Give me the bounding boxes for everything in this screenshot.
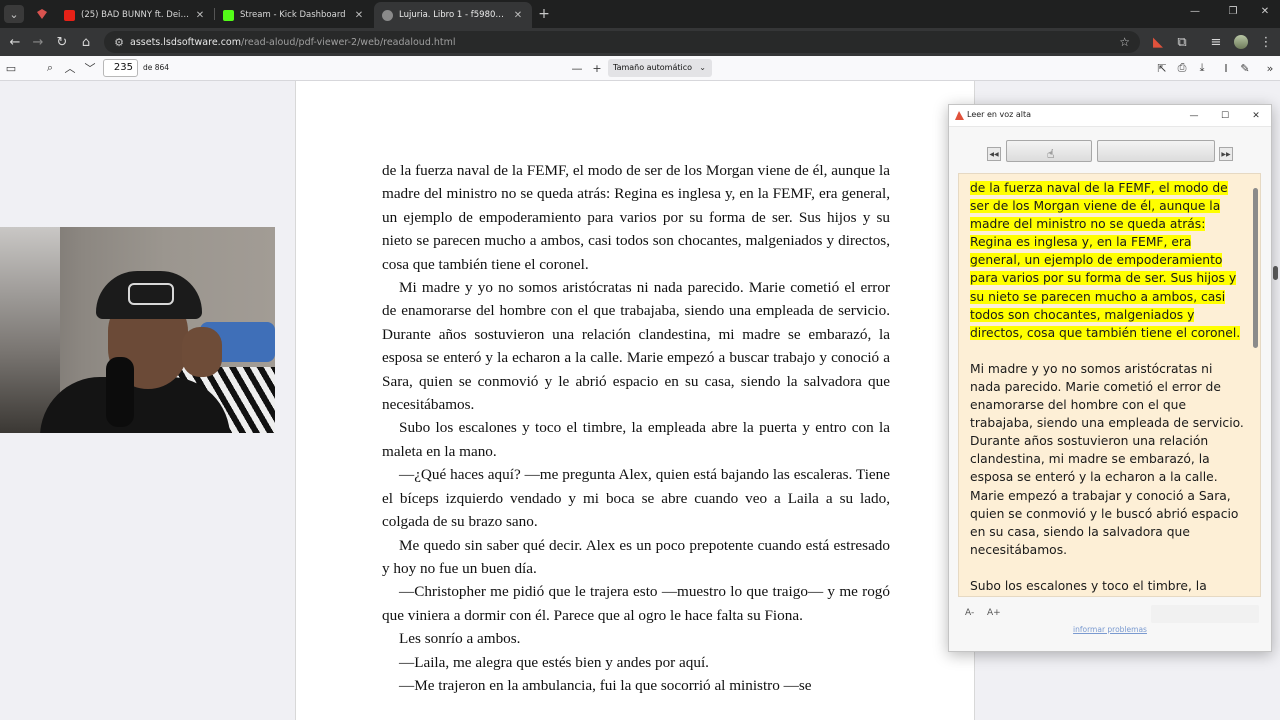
- minimize-icon[interactable]: —: [1179, 108, 1209, 124]
- pdf-toolbar: ▭ ⌕ ︿ ﹀ 235 de 864 — + Tamaño automático…: [0, 56, 1280, 81]
- read-aloud-logo-icon: [955, 111, 964, 120]
- close-icon[interactable]: ✕: [1241, 108, 1271, 124]
- home-icon[interactable]: ⌂: [76, 32, 96, 52]
- font-increase-button[interactable]: A+: [987, 608, 1001, 618]
- maximize-icon[interactable]: ☐: [1210, 108, 1240, 124]
- read-aloud-text-panel[interactable]: de la fuerza naval de la FEMF, el modo d…: [958, 173, 1261, 597]
- close-window-icon[interactable]: ✕: [1250, 6, 1280, 17]
- close-tab-icon[interactable]: ✕: [353, 10, 365, 21]
- address-bar[interactable]: ⚙ assets.lsdsoftware.com/read-aloud/pdf-…: [104, 31, 1140, 53]
- tab-kick[interactable]: Stream - Kick Dashboard ✕: [215, 2, 373, 28]
- globe-icon: [382, 9, 393, 21]
- url-text: assets.lsdsoftware.com/read-aloud/pdf-vi…: [130, 37, 456, 48]
- highlighted-sentence: de la fuerza naval de la FEMF, el modo d…: [970, 181, 1241, 340]
- zoom-out-icon[interactable]: —: [569, 60, 585, 76]
- forward-button[interactable]: ▶▶: [1219, 147, 1233, 161]
- webcam-overlay: [0, 227, 275, 433]
- page-paragraph: —Laila, me alegra que estés bien y andes…: [399, 653, 709, 671]
- webcam-person-hand: [182, 327, 222, 377]
- page-paragraph: —Me trajeron en la ambulancia, fui la qu…: [399, 676, 812, 694]
- forward-icon[interactable]: →: [28, 32, 48, 52]
- kick-icon: [223, 9, 234, 21]
- font-decrease-button[interactable]: A-: [965, 608, 974, 618]
- tab-search-icon[interactable]: ⌄: [4, 5, 24, 23]
- youtube-icon: [64, 9, 75, 21]
- url-host: assets.lsdsoftware.com: [130, 36, 241, 48]
- page-paragraph: Mi madre y yo no somos aristócratas ni n…: [382, 279, 890, 414]
- sidebar-toggle-icon[interactable]: ▭: [3, 60, 19, 76]
- read-aloud-paragraph: Subo los escalones y toco el timbre, la …: [970, 578, 1207, 593]
- page-paragraph: Me quedo sin saber qué decir. Alex es un…: [382, 536, 890, 577]
- new-tab-button[interactable]: +: [534, 5, 554, 23]
- tab-title: Stream - Kick Dashboard: [240, 10, 346, 20]
- scrollbar-thumb[interactable]: [1273, 266, 1278, 280]
- read-aloud-titlebar[interactable]: Leer en voz alta — ☐ ✕: [949, 105, 1271, 127]
- tab-title: Lujuria. Libro 1 - f5980b2d-06d: [399, 10, 508, 20]
- profile-avatar[interactable]: [1231, 32, 1251, 52]
- minimize-window-icon[interactable]: —: [1180, 6, 1210, 17]
- extensions-icon[interactable]: ⧉: [1172, 32, 1192, 52]
- previous-page-icon[interactable]: ︿: [62, 60, 78, 76]
- tab-lujuria[interactable]: Lujuria. Libro 1 - f5980b2d-06d ✕: [374, 2, 532, 28]
- scrollbar-thumb[interactable]: [1253, 188, 1258, 348]
- read-aloud-paragraph: Mi madre y yo no somos aristócratas ni n…: [970, 361, 1244, 557]
- zoom-select[interactable]: Tamaño automático ⌄: [608, 59, 712, 77]
- restore-window-icon[interactable]: ❐: [1218, 6, 1248, 17]
- page-paragraph: —Christopher me pidió que le trajera est…: [382, 583, 890, 624]
- reload-icon[interactable]: ↻: [52, 32, 72, 52]
- menu-icon[interactable]: ⋮: [1256, 32, 1276, 52]
- page-paragraph: —¿Qué haces aquí? —me pregunta Alex, qui…: [382, 466, 890, 531]
- read-aloud-title: Leer en voz alta: [967, 110, 1032, 119]
- page-text: de la fuerza naval de la FEMF, el modo d…: [382, 159, 890, 697]
- page-number-input[interactable]: 235: [103, 59, 138, 77]
- page-scrollbar[interactable]: [1272, 81, 1280, 720]
- next-page-icon[interactable]: ﹀: [82, 60, 98, 76]
- page-count-label: de 864: [143, 63, 170, 72]
- stop-button[interactable]: [1097, 140, 1215, 162]
- webcam-cap-logo: [128, 283, 174, 305]
- site-settings-icon[interactable]: ⚙: [108, 36, 130, 49]
- bookmark-star-icon[interactable]: ☆: [1119, 35, 1130, 49]
- page-paragraph: de la fuerza naval de la FEMF, el modo d…: [382, 162, 890, 273]
- close-tab-icon[interactable]: ✕: [512, 10, 524, 21]
- voice-select[interactable]: [1151, 605, 1259, 623]
- page-paragraph: Les sonrío a ambos.: [399, 630, 521, 648]
- browser-tab-strip: ⌄ (25) BAD BUNNY ft. Dei V, Omar ✕ Strea…: [0, 0, 1280, 28]
- url-path: /read-aloud/pdf-viewer-2/web/readaloud.h…: [241, 36, 456, 48]
- pdf-page[interactable]: de la fuerza naval de la FEMF, el modo d…: [295, 81, 975, 720]
- chevron-down-icon: ⌄: [699, 63, 706, 72]
- zoom-label: Tamaño automático: [613, 63, 693, 72]
- read-aloud-scrollbar[interactable]: [1253, 180, 1258, 594]
- tab-title: (25) BAD BUNNY ft. Dei V, Omar: [81, 10, 190, 20]
- back-icon[interactable]: ←: [5, 32, 25, 52]
- hand-cursor-icon: ☝: [1047, 147, 1055, 161]
- browser-toolbar: ← → ↻ ⌂ ⚙ assets.lsdsoftware.com/read-al…: [0, 28, 1280, 56]
- text-select-icon[interactable]: I: [1218, 60, 1234, 76]
- read-aloud-text: de la fuerza naval de la FEMF, el modo d…: [970, 179, 1245, 596]
- tools-icon[interactable]: »: [1262, 60, 1278, 76]
- save-icon[interactable]: ⤓: [1194, 60, 1210, 76]
- open-file-icon[interactable]: ⇱: [1154, 60, 1170, 76]
- rewind-button[interactable]: ◀◀: [987, 147, 1001, 161]
- read-aloud-window[interactable]: Leer en voz alta — ☐ ✕ ◀◀ ▶▶ ☝ de la fue…: [948, 104, 1272, 652]
- zoom-in-icon[interactable]: +: [589, 60, 605, 76]
- page-paragraph: Subo los escalones y toco el timbre, la …: [382, 419, 890, 460]
- read-aloud-extension-icon[interactable]: ◣: [1148, 32, 1168, 52]
- tab-youtube[interactable]: (25) BAD BUNNY ft. Dei V, Omar ✕: [56, 2, 214, 28]
- brave-logo-icon[interactable]: [32, 5, 52, 23]
- print-icon[interactable]: ⎙: [1174, 60, 1190, 76]
- report-problems-link[interactable]: informar problemas: [949, 625, 1271, 634]
- media-icon[interactable]: ≡: [1206, 32, 1226, 52]
- draw-icon[interactable]: ✎: [1237, 60, 1253, 76]
- close-tab-icon[interactable]: ✕: [194, 10, 206, 21]
- find-icon[interactable]: ⌕: [42, 60, 58, 76]
- webcam-microphone: [106, 357, 134, 427]
